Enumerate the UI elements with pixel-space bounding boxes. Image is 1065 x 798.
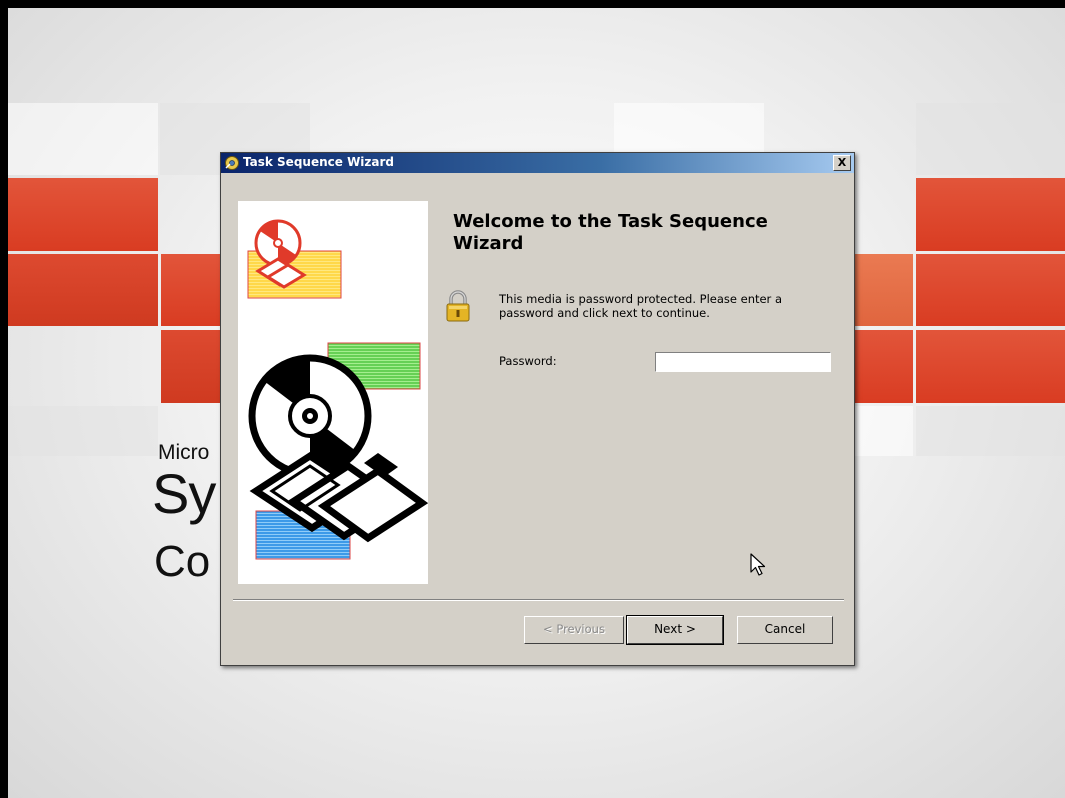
- background-tile: [916, 406, 1065, 456]
- background-tile: [8, 103, 158, 175]
- button-divider: [233, 599, 844, 601]
- dialog-title: Task Sequence Wizard: [243, 155, 395, 169]
- password-label: Password:: [499, 354, 557, 368]
- task-sequence-wizard-dialog: Task Sequence Wizard X Welcome to the Ta…: [220, 152, 855, 666]
- logo-text: Sy: [152, 462, 216, 525]
- desktop-background: Micro Sy Co Task Sequence Wizard X Welco…: [8, 8, 1065, 798]
- dialog-titlebar[interactable]: Task Sequence Wizard X: [221, 153, 854, 173]
- background-tile: [8, 178, 158, 251]
- wizard-gear-icon: [225, 156, 239, 170]
- password-prompt-text: This media is password protected. Please…: [499, 292, 782, 320]
- previous-button[interactable]: < Previous: [524, 616, 624, 644]
- cd-floppy-illustration: [247, 219, 428, 560]
- background-tile: [916, 178, 1065, 251]
- background-tile: [916, 330, 1065, 403]
- background-tile: [8, 406, 158, 456]
- background-tile: [8, 254, 158, 326]
- wizard-heading: Welcome to the Task Sequence Wizard: [453, 211, 768, 254]
- cancel-button[interactable]: Cancel: [737, 616, 833, 644]
- background-tile: [916, 254, 1065, 326]
- background-tile: [916, 103, 1065, 175]
- password-input[interactable]: [655, 352, 831, 372]
- next-button[interactable]: Next >: [626, 615, 724, 645]
- close-button[interactable]: X: [833, 155, 851, 171]
- padlock-icon: [446, 290, 470, 322]
- wizard-illustration: [238, 201, 428, 584]
- mouse-pointer-icon: [750, 553, 766, 576]
- logo-text: Co: [154, 537, 211, 586]
